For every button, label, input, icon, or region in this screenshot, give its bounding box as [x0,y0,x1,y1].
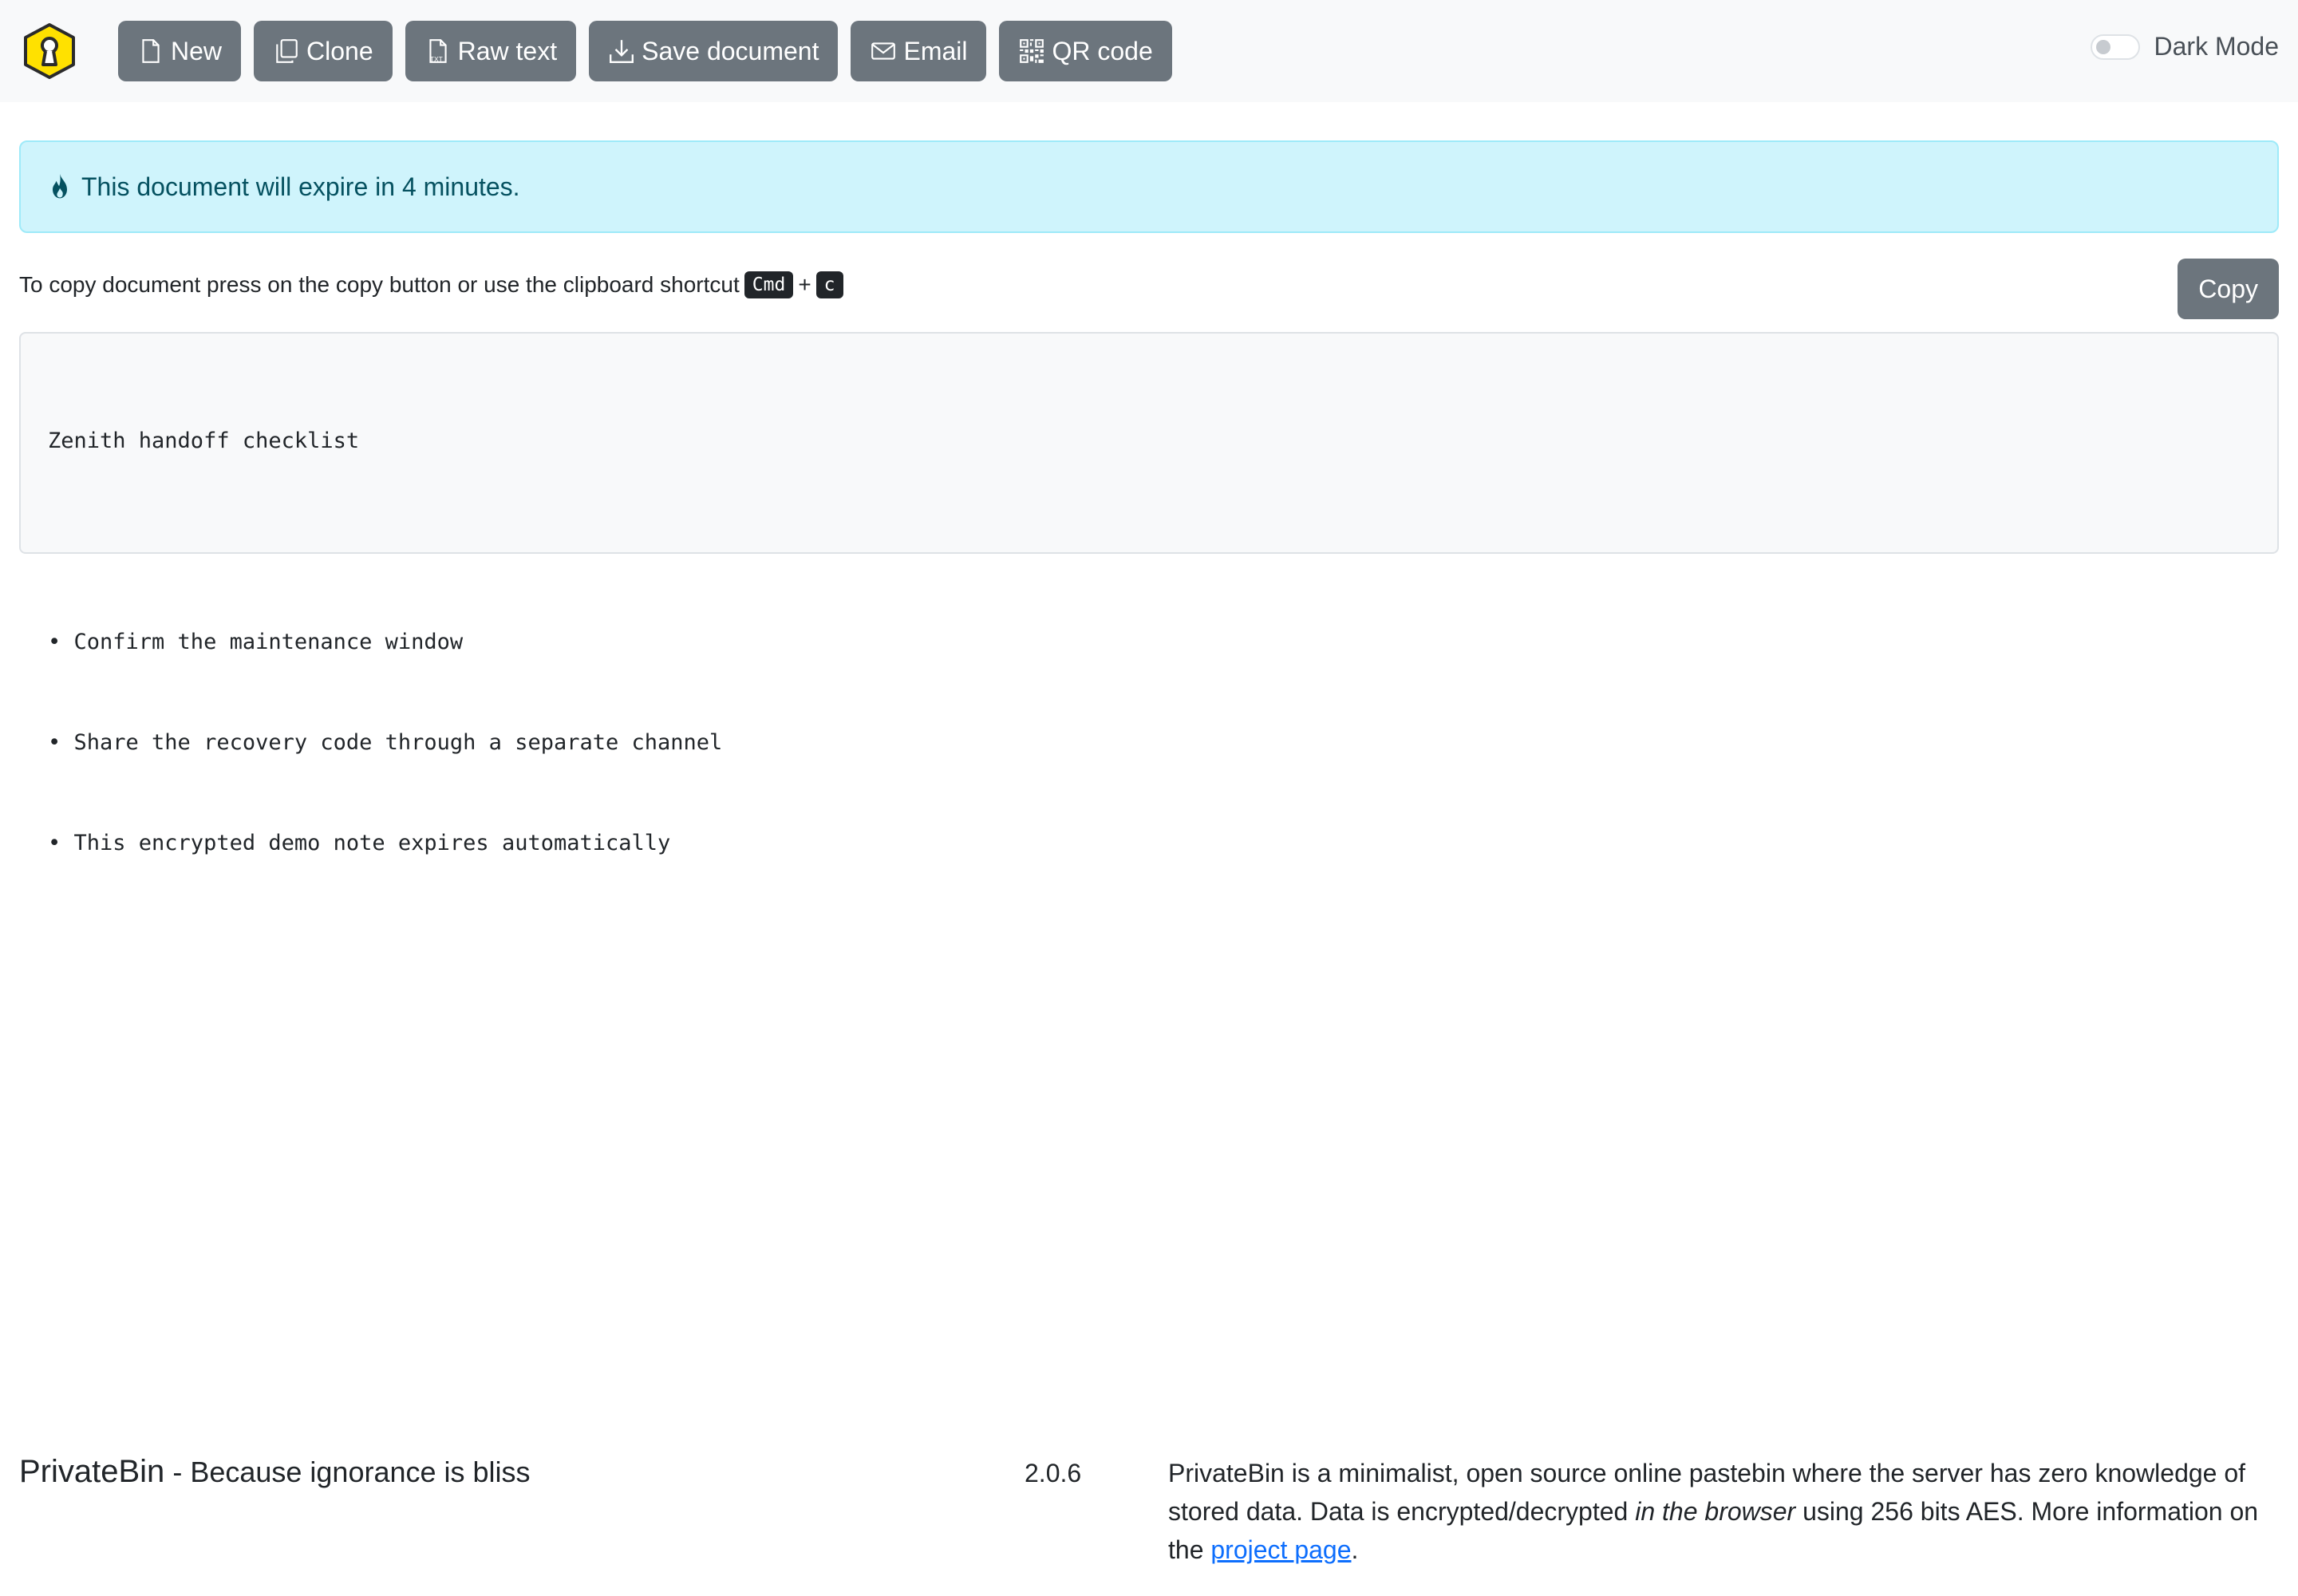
document-line: • Confirm the maintenance window [48,630,464,654]
save-document-button-label: Save document [642,36,819,65]
expiry-alert-text: This document will expire in 4 minutes. [81,172,520,201]
brand-separator: - [172,1456,183,1488]
app-version: 2.0.6 [1025,1459,1082,1487]
qr-code-button-label: QR code [1052,36,1153,65]
email-button[interactable]: Email [851,21,987,81]
qr-code-icon [1020,39,1044,63]
about-emphasis: in the browser [1635,1497,1796,1526]
expiry-alert: This document will expire in 4 minutes. [19,140,2279,233]
brand-tagline: Because ignorance is bliss [190,1456,531,1488]
toolbar-buttons: New Clone TXT Raw text Save document Ema… [118,21,1172,81]
copy-hint-text: To copy document press on the copy butto… [19,272,740,297]
c-key: c [815,271,843,298]
save-document-button[interactable]: Save document [589,21,839,81]
cmd-key: Cmd [744,271,794,298]
clone-button-label: Clone [306,36,373,65]
footer-about: PrivateBin is a minimalist, open source … [1168,1454,2269,1569]
file-icon [142,39,160,63]
key-plus: + [798,272,811,297]
copy-shortcut-hint: To copy document press on the copy butto… [19,271,843,298]
raw-text-button[interactable]: TXT Raw text [405,21,577,81]
qr-code-button[interactable]: QR code [999,21,1172,81]
raw-text-button-label: Raw text [457,36,558,65]
copy-icon [276,39,298,63]
dark-mode-toggle[interactable]: Dark Mode [2090,32,2280,61]
document-line: Zenith handoff checklist [48,429,360,453]
new-button-label: New [171,36,223,65]
brand-name: PrivateBin [19,1454,165,1489]
dark-mode-switch[interactable] [2090,34,2140,60]
top-navbar: New Clone TXT Raw text Save document Ema… [0,0,2298,102]
svg-text:TXT: TXT [429,55,442,63]
txt-file-icon: TXT [429,39,447,63]
document-content[interactable]: Zenith handoff checklist • Confirm the m… [19,332,2279,855]
envelope-icon [871,42,896,60]
footer-brand: PrivateBin - Because ignorance is bliss [19,1454,531,1490]
new-button[interactable]: New [118,21,242,81]
clone-button[interactable]: Clone [254,21,393,81]
email-button-label: Email [903,36,968,65]
about-end: . [1351,1535,1359,1564]
fire-icon [53,173,67,199]
project-page-link[interactable]: project page [1210,1535,1351,1564]
dark-mode-label: Dark Mode [2154,32,2280,61]
document-line: • Share the recovery code through a sepa… [48,730,723,755]
download-icon [610,40,634,63]
privatebin-logo-icon[interactable] [21,22,78,80]
document-line: • This encrypted demo note expires autom… [48,831,671,855]
copy-button[interactable]: Copy [2178,259,2279,319]
